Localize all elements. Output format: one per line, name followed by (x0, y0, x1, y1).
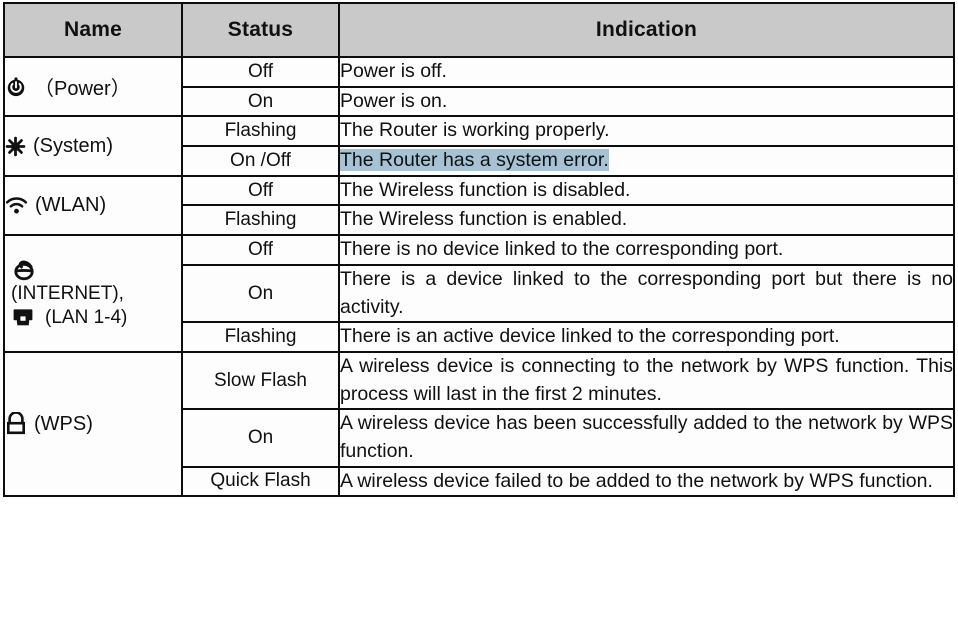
table-row: (WLAN) Off The Wireless function is disa… (3, 174, 955, 237)
name-cell-wlan: (WLAN) (3, 174, 183, 237)
status-cell: On (181, 85, 340, 118)
status-cell: Slow Flash (181, 350, 340, 411)
status-cell: On /Off (181, 145, 340, 177)
globe-icon (11, 258, 37, 282)
indication-cell: There is a device linked to the correspo… (338, 263, 955, 324)
name-label-wps: (WPS) (34, 412, 93, 435)
status-cell: Quick Flash (181, 465, 340, 498)
highlighted-text: The Router has a system error. (340, 149, 609, 172)
indication-cell: A wireless device has been successfully … (338, 408, 955, 468)
column-header-name: Name (3, 2, 183, 58)
lan-port-icon (11, 307, 35, 329)
gear-icon (5, 136, 26, 157)
table-row: (INTERNET), (LAN 1-4) Off There is no de… (3, 234, 955, 353)
name-cell-wps: (WPS) (3, 350, 183, 498)
indication-cell: The Wireless function is disabled. (338, 174, 955, 207)
wifi-icon (5, 196, 28, 215)
name-label-power: （Power） (34, 78, 131, 101)
status-cell: Flashing (181, 321, 340, 353)
status-cell: Off (181, 174, 340, 207)
status-cell: Off (181, 56, 340, 88)
column-header-indication: Indication (338, 2, 955, 58)
status-cell: On (181, 408, 340, 468)
indication-cell: A wireless device is connecting to the n… (338, 350, 955, 411)
indication-cell: There is an active device linked to the … (338, 321, 955, 353)
column-header-status: Status (181, 2, 340, 58)
indication-cell: The Wireless function is enabled. (338, 204, 955, 237)
name-cell-system: (System) (3, 115, 183, 177)
status-cell: Flashing (181, 115, 340, 148)
name-label-lan: (LAN 1-4) (45, 306, 128, 328)
status-cell: On (181, 263, 340, 324)
lock-icon (5, 412, 27, 436)
table-row: （Power） Off Power is off. (3, 55, 955, 118)
name-cell-power: （Power） (3, 55, 183, 118)
status-cell: Flashing (181, 204, 340, 237)
name-label-system: (System) (33, 134, 113, 157)
name-cell-internet-lan: (INTERNET), (LAN 1-4) (3, 234, 183, 353)
power-icon (5, 76, 27, 98)
indication-cell: The Router is working properly. (338, 115, 955, 148)
indication-cell: Power is off. (338, 56, 955, 88)
indication-cell: There is no device linked to the corresp… (338, 234, 955, 266)
name-label-internet: (INTERNET), (11, 283, 124, 305)
table-header-row: Name Status Indication (3, 2, 955, 58)
led-indication-table: Name Status Indication （Power） Off Power… (3, 2, 955, 498)
status-cell: Off (181, 234, 340, 266)
table-row: (System) Flashing The Router is working … (3, 115, 955, 177)
indication-cell-highlighted: The Router has a system error. (338, 145, 955, 177)
indication-cell: Power is on. (338, 85, 955, 118)
indication-cell: A wireless device failed to be added to … (338, 465, 955, 498)
name-label-wlan: (WLAN) (35, 193, 107, 216)
table-row: (WPS) Slow Flash A wireless device is co… (3, 350, 955, 498)
